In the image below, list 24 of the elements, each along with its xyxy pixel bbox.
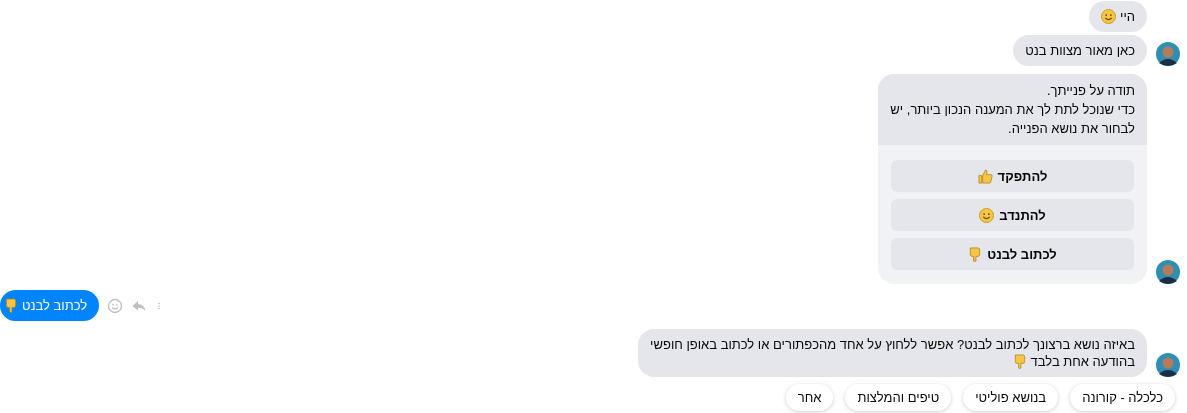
option-button[interactable]: לכתוב לבנט [891, 238, 1134, 270]
quick-reply-button[interactable]: אחר [785, 384, 834, 411]
thumbs-up-icon [977, 168, 993, 184]
message-text: לכתוב לבנט [22, 297, 88, 314]
smiley-icon [1101, 9, 1116, 24]
option-button[interactable]: להתנדב [891, 199, 1134, 231]
avatar [1156, 353, 1180, 377]
message-text: בהודעה אחת בלבד [1030, 353, 1135, 370]
avatar [1156, 42, 1180, 66]
message-text: כדי שנוכל לתת לך את המענה הנכון ביותר, יש לבחור את נושא הפנייה. [889, 101, 1135, 138]
message-text: תודה על פנייתך. [1045, 82, 1135, 100]
quick-reply-button[interactable]: כלכלה - קורונה [1070, 384, 1175, 411]
pointing-down-icon [1012, 354, 1027, 369]
avatar [1156, 260, 1180, 284]
pointing-down-icon [968, 246, 983, 262]
message-text: כאן מאור מצוות בנט [1025, 42, 1135, 59]
message-text: היי [1120, 8, 1135, 25]
emoji-reaction-icon[interactable] [107, 297, 124, 314]
quick-reply-button[interactable]: בנושא פוליטי [963, 384, 1059, 411]
smiley-icon [979, 207, 995, 223]
message-text: באיזה נושא ברצונך לכתוב לבנט? אפשר ללחוץ על אחד מהכפתורים או לכתוב באופן חופשי [650, 336, 1135, 353]
pointing-down-icon [4, 298, 18, 313]
quick-reply-button[interactable]: טיפים והמלצות [845, 384, 952, 411]
option-button[interactable]: להתפקד [891, 160, 1134, 192]
